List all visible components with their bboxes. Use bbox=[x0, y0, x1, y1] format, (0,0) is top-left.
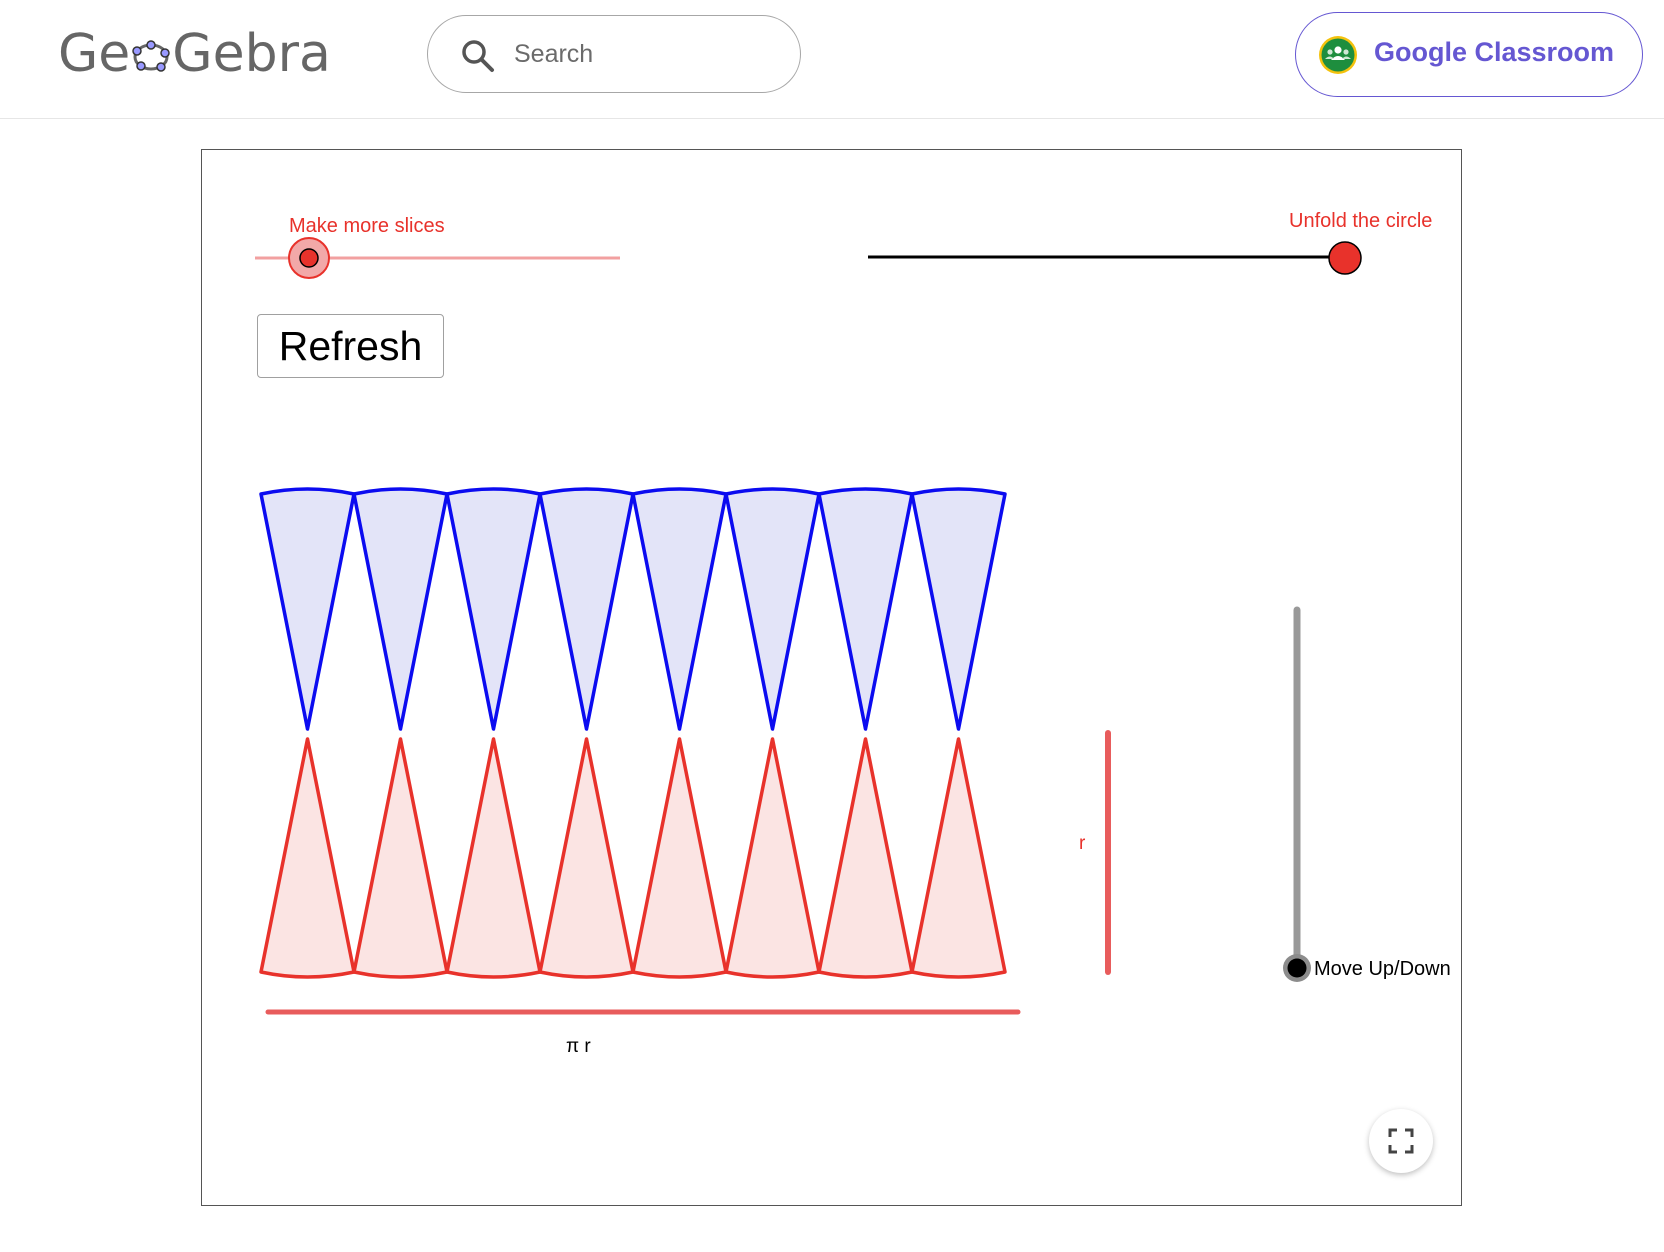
half-circumference-label: π r bbox=[566, 1036, 591, 1057]
radius-label: r bbox=[1079, 833, 1086, 854]
red-slice bbox=[817, 737, 914, 979]
search-icon bbox=[462, 40, 494, 72]
red-slice bbox=[352, 737, 449, 979]
slices-slider-handle[interactable] bbox=[299, 248, 319, 268]
red-slice bbox=[631, 737, 728, 979]
google-classroom-button[interactable]: Google Classroom bbox=[1295, 12, 1643, 97]
blue-slices-row bbox=[259, 487, 1007, 731]
google-classroom-icon bbox=[1319, 36, 1357, 74]
blue-slice bbox=[724, 487, 821, 731]
logo-text-suffix: Gebra bbox=[172, 24, 331, 84]
red-slices-row bbox=[259, 737, 1007, 979]
red-slice bbox=[538, 737, 635, 979]
blue-slice bbox=[910, 487, 1007, 731]
geogebra-applet[interactable]: Make more slices Unfold the circle r π r… bbox=[201, 149, 1462, 1206]
google-classroom-label: Google Classroom bbox=[1374, 37, 1615, 67]
applet-graphics-view[interactable]: Make more slices Unfold the circle r π r… bbox=[202, 150, 1462, 1206]
search-box[interactable] bbox=[427, 15, 801, 93]
red-slice bbox=[445, 737, 542, 979]
unfold-slider-label: Unfold the circle bbox=[1289, 210, 1432, 232]
unfold-slider-handle[interactable] bbox=[1328, 241, 1362, 275]
top-bar: Ge Gebra Google Classroom bbox=[0, 0, 1664, 119]
blue-slice bbox=[817, 487, 914, 731]
red-slice bbox=[910, 737, 1007, 979]
red-slice bbox=[259, 737, 356, 979]
red-slice bbox=[724, 737, 821, 979]
fullscreen-button[interactable] bbox=[1369, 1109, 1433, 1173]
move-slider-label: Move Up/Down bbox=[1314, 958, 1451, 980]
blue-slice bbox=[445, 487, 542, 731]
move-slider-handle[interactable] bbox=[1287, 958, 1307, 978]
logo-ellipse-icon bbox=[132, 40, 171, 72]
slices-slider-label: Make more slices bbox=[289, 215, 445, 237]
geogebra-logo[interactable]: Ge Gebra bbox=[58, 22, 331, 86]
search-input[interactable] bbox=[514, 34, 784, 74]
fullscreen-icon bbox=[1388, 1128, 1414, 1154]
blue-slice bbox=[538, 487, 635, 731]
logo-text-prefix: Ge bbox=[58, 24, 131, 84]
blue-slice bbox=[631, 487, 728, 731]
blue-slice bbox=[259, 487, 356, 731]
refresh-button[interactable]: Refresh bbox=[257, 314, 444, 378]
blue-slice bbox=[352, 487, 449, 731]
